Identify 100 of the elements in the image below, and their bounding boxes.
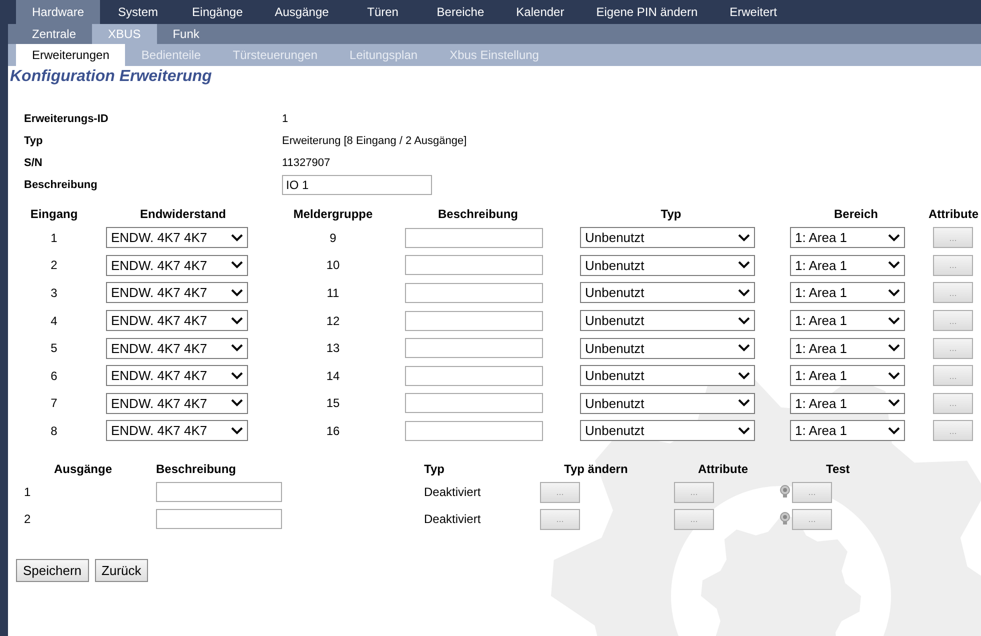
- column-header: Endwiderstand: [140, 207, 226, 221]
- nav-tab[interactable]: Erweitert: [714, 0, 793, 24]
- resistor-select[interactable]: ENDW. 4K7 4K7: [106, 365, 248, 386]
- nav-tab[interactable]: Türen: [344, 0, 421, 24]
- form-button[interactable]: Speichern: [16, 558, 89, 582]
- output-type: Deaktiviert: [424, 485, 481, 500]
- type-select[interactable]: Unbenutzt: [580, 254, 755, 276]
- input-number: 8: [50, 424, 58, 438]
- nav-tab[interactable]: Eingänge: [176, 0, 259, 24]
- description-field[interactable]: [405, 255, 543, 276]
- chevron-down-icon: [738, 288, 750, 297]
- nav-tab[interactable]: Zentrale: [16, 24, 92, 44]
- area-select[interactable]: 1: Area 1: [790, 365, 905, 386]
- description-field[interactable]: [405, 338, 543, 358]
- field-value: Erweiterung [8 Eingang / 2 Ausgänge]: [282, 135, 467, 147]
- input-number: 6: [50, 368, 58, 383]
- chevron-down-icon: [738, 372, 750, 380]
- column-header: Typ ändern: [564, 462, 628, 476]
- description-field[interactable]: [156, 509, 282, 530]
- description-field[interactable]: [156, 482, 282, 502]
- chevron-down-icon: [888, 288, 900, 297]
- field-label: Erweiterungs-ID: [24, 113, 108, 125]
- chevron-down-icon: [738, 344, 750, 352]
- input-number: 1: [50, 230, 58, 245]
- chevron-down-icon: [231, 234, 243, 242]
- chevron-down-icon: [888, 344, 900, 352]
- nav-tab[interactable]: Ausgänge: [258, 0, 345, 24]
- chevron-down-icon: [231, 344, 243, 352]
- chevron-down-icon: [888, 261, 900, 270]
- type-select[interactable]: Unbenutzt: [580, 282, 755, 304]
- nav-tab[interactable]: Funk: [156, 24, 216, 44]
- zone-group-number: 16: [326, 424, 340, 438]
- field-value: 11327907: [282, 157, 330, 169]
- field-label: Typ: [24, 135, 43, 147]
- zone-group-number: 14: [326, 368, 340, 383]
- nav-tab[interactable]: System: [100, 0, 176, 24]
- resistor-select[interactable]: ENDW. 4K7 4K7: [106, 254, 248, 276]
- column-header: Attribute: [928, 207, 978, 221]
- type-select[interactable]: Unbenutzt: [580, 420, 755, 442]
- chevron-down-icon: [888, 234, 900, 242]
- type-select[interactable]: Unbenutzt: [580, 392, 755, 414]
- chevron-down-icon: [231, 316, 243, 325]
- chevron-down-icon: [888, 372, 900, 380]
- nav-tab[interactable]: Erweiterungen: [16, 44, 126, 66]
- column-header: Beschreibung: [156, 462, 236, 476]
- nav-tab[interactable]: Bereiche: [420, 0, 500, 24]
- zone-group-number: 10: [326, 258, 340, 272]
- description-field[interactable]: [405, 393, 543, 414]
- chevron-down-icon: [738, 399, 750, 408]
- chevron-down-icon: [738, 426, 750, 435]
- field-label: S/N: [24, 157, 42, 169]
- output-number: 2: [24, 512, 31, 526]
- resistor-select[interactable]: ENDW. 4K7 4K7: [106, 227, 248, 248]
- lamp-icon: [780, 485, 790, 500]
- zone-group-number: 15: [326, 396, 340, 410]
- type-select[interactable]: Unbenutzt: [580, 338, 755, 359]
- resistor-select[interactable]: ENDW. 4K7 4K7: [106, 310, 248, 332]
- chevron-down-icon: [888, 426, 900, 435]
- resistor-select[interactable]: ENDW. 4K7 4K7: [106, 420, 248, 442]
- column-header: Test: [826, 462, 850, 476]
- nav-tab[interactable]: Hardware: [16, 0, 100, 24]
- resistor-select[interactable]: ENDW. 4K7 4K7: [106, 392, 248, 414]
- zone-group-number: 12: [326, 314, 340, 328]
- field-label: Beschreibung: [24, 179, 98, 191]
- output-number: 1: [24, 485, 31, 500]
- area-select[interactable]: 1: Area 1: [790, 227, 905, 248]
- description-field[interactable]: [405, 228, 543, 248]
- column-header: Bereich: [834, 207, 878, 221]
- area-select[interactable]: 1: Area 1: [790, 392, 905, 414]
- column-header: Meldergruppe: [293, 207, 373, 221]
- description-field[interactable]: [405, 420, 543, 441]
- column-header: Typ: [424, 462, 444, 476]
- area-select[interactable]: 1: Area 1: [790, 282, 905, 304]
- resistor-select[interactable]: ENDW. 4K7 4K7: [106, 338, 248, 359]
- description-field[interactable]: [405, 310, 543, 331]
- chevron-down-icon: [888, 399, 900, 408]
- type-select[interactable]: Unbenutzt: [580, 365, 755, 386]
- column-header: Beschreibung: [438, 207, 518, 221]
- area-select[interactable]: 1: Area 1: [790, 420, 905, 442]
- type-select[interactable]: Unbenutzt: [580, 227, 755, 248]
- form-button[interactable]: Zurück: [94, 558, 148, 582]
- chevron-down-icon: [231, 426, 243, 435]
- zone-group-number: 9: [330, 230, 336, 245]
- description-field[interactable]: [405, 282, 543, 303]
- column-header: Typ: [660, 207, 682, 221]
- description-field[interactable]: IO 1: [282, 175, 432, 195]
- nav-tab[interactable]: Kalender: [500, 0, 580, 24]
- type-select[interactable]: Unbenutzt: [580, 310, 755, 332]
- input-number: 3: [50, 286, 58, 300]
- chevron-down-icon: [888, 316, 900, 325]
- column-header: Eingang: [30, 207, 78, 221]
- description-field[interactable]: [405, 366, 543, 386]
- area-select[interactable]: 1: Area 1: [790, 254, 905, 276]
- field-value: 1: [282, 113, 288, 125]
- column-header: Ausgänge: [54, 462, 112, 476]
- output-type: Deaktiviert: [424, 512, 481, 526]
- resistor-select[interactable]: ENDW. 4K7 4K7: [106, 282, 248, 304]
- nav-tab[interactable]: Eigene PIN ändern: [580, 0, 714, 24]
- area-select[interactable]: 1: Area 1: [790, 310, 905, 332]
- area-select[interactable]: 1: Area 1: [790, 338, 905, 359]
